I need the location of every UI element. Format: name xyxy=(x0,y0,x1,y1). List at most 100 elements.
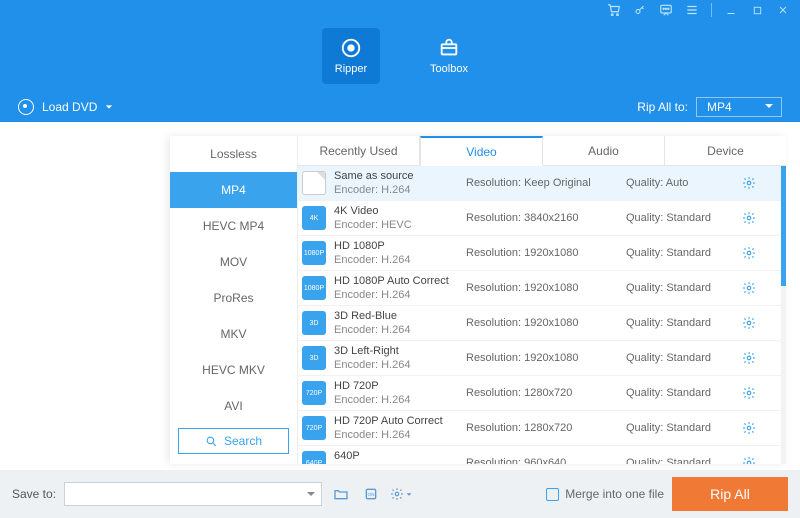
svg-text:ON: ON xyxy=(368,492,375,497)
tab-device[interactable]: Device xyxy=(665,136,786,165)
format-resolution: Resolution: 1280x720 xyxy=(466,422,618,434)
format-name: 3D Red-Blue xyxy=(334,309,458,323)
category-lossless[interactable]: Lossless xyxy=(170,136,297,172)
format-name: 640P xyxy=(334,449,458,463)
format-row[interactable]: 4K4K VideoEncoder: HEVCResolution: 3840x… xyxy=(298,201,786,236)
category-prores[interactable]: ProRes xyxy=(170,280,297,316)
category-mov[interactable]: MOV xyxy=(170,244,297,280)
format-row[interactable]: 720P HD 720PEncoder: H.264 Resolution: 128… xyxy=(298,376,786,411)
category-hevc-mkv[interactable]: HEVC MKV xyxy=(170,352,297,388)
category-mp4[interactable]: MP4 xyxy=(170,172,297,208)
format-quality: Quality: Standard xyxy=(626,212,734,224)
load-dvd-label: Load DVD xyxy=(42,100,97,114)
category-mkv[interactable]: MKV xyxy=(170,316,297,352)
format-row[interactable]: 720PHD 720P Auto CorrectEncoder: H.264Re… xyxy=(298,411,786,446)
scroll-thumb[interactable] xyxy=(781,166,786,286)
close-icon[interactable] xyxy=(776,3,790,17)
format-quality: Quality: Standard xyxy=(626,247,734,259)
format-icon: 720P xyxy=(302,381,326,405)
toolbox-icon xyxy=(438,37,460,59)
menu-icon[interactable] xyxy=(685,3,699,17)
format-settings-icon[interactable] xyxy=(742,316,760,330)
format-row[interactable]: 1080PHD 1080P Auto CorrectEncoder: H.264… xyxy=(298,271,786,306)
format-quality: Quality: Standard xyxy=(626,317,734,329)
format-resolution: Resolution: 1280x720 xyxy=(466,387,618,399)
tab-recently-used[interactable]: Recently Used xyxy=(298,136,420,165)
format-quality: Quality: Standard xyxy=(626,457,734,464)
titlebar xyxy=(0,0,800,20)
disc-small-icon xyxy=(18,99,34,115)
format-settings-icon[interactable] xyxy=(742,176,760,190)
format-resolution: Resolution: 1920x1080 xyxy=(466,247,618,259)
key-icon[interactable] xyxy=(633,3,647,17)
scrollbar[interactable] xyxy=(781,166,786,464)
format-info: HD 720PEncoder: H.264 xyxy=(334,379,458,408)
checkbox-icon xyxy=(546,488,559,501)
cart-icon[interactable] xyxy=(607,3,621,17)
format-quality: Quality: Standard xyxy=(626,422,734,434)
category-hevc-mp4[interactable]: HEVC MP4 xyxy=(170,208,297,244)
format-tabs: Recently UsedVideoAudioDevice xyxy=(298,136,786,166)
format-settings-icon[interactable] xyxy=(742,211,760,225)
format-info: 3D Left-RightEncoder: H.264 xyxy=(334,344,458,373)
format-resolution: Resolution: Keep Original xyxy=(466,177,618,189)
format-row[interactable]: 1080PHD 1080PEncoder: H.264Resolution: 1… xyxy=(298,236,786,271)
gpu-accel-icon[interactable]: ON xyxy=(360,483,382,505)
open-folder-icon[interactable] xyxy=(330,483,352,505)
disc-icon xyxy=(340,37,362,59)
format-encoder: Encoder: H.264 xyxy=(334,323,458,337)
format-resolution: Resolution: 3840x2160 xyxy=(466,212,618,224)
tab-video[interactable]: Video xyxy=(420,136,543,166)
merge-label: Merge into one file xyxy=(565,487,664,501)
mode-ripper[interactable]: Ripper xyxy=(322,28,380,84)
mode-label: Toolbox xyxy=(430,63,468,75)
format-row[interactable]: 640P640PEncoder: H.264 Resolution: 960x64… xyxy=(298,446,786,464)
format-encoder: Encoder: H.264 xyxy=(334,358,458,372)
format-icon: 1080P xyxy=(302,241,326,265)
format-name: Same as source xyxy=(334,169,458,183)
format-settings-icon[interactable] xyxy=(742,246,760,260)
merge-checkbox[interactable]: Merge into one file xyxy=(546,487,664,501)
format-settings-icon[interactable] xyxy=(742,281,760,295)
format-name: 4K Video xyxy=(334,204,458,218)
format-settings-icon[interactable] xyxy=(742,456,760,464)
format-row[interactable]: 3D3D Left-RightEncoder: H.264Resolution:… xyxy=(298,341,786,376)
format-quality: Quality: Standard xyxy=(626,282,734,294)
load-dvd-button[interactable]: Load DVD xyxy=(18,99,113,115)
format-row[interactable]: Same as sourceEncoder: H.264 Resolution: … xyxy=(298,166,786,201)
format-info: HD 720P Auto CorrectEncoder: H.264 xyxy=(334,414,458,443)
mode-label: Ripper xyxy=(335,63,367,75)
rip-all-format-select[interactable]: MP4 xyxy=(696,97,782,117)
format-settings-icon[interactable] xyxy=(742,351,760,365)
content-area: LosslessMP4HEVC MP4MOVProResMKVHEVC MKVA… xyxy=(0,122,800,464)
category-avi[interactable]: AVI xyxy=(170,388,297,424)
format-icon xyxy=(302,171,326,195)
format-settings-icon[interactable] xyxy=(742,386,760,400)
format-name: HD 720P xyxy=(334,379,458,393)
format-resolution: Resolution: 960x640 xyxy=(466,457,618,464)
format-info: 640PEncoder: H.264 xyxy=(334,449,458,464)
format-encoder: Encoder: H.264 xyxy=(334,183,458,197)
format-info: HD 1080P Auto CorrectEncoder: H.264 xyxy=(334,274,458,303)
format-settings-icon[interactable] xyxy=(742,421,760,435)
feedback-icon[interactable] xyxy=(659,3,673,17)
rip-all-label: Rip All to: xyxy=(637,100,688,114)
tab-audio[interactable]: Audio xyxy=(543,136,665,165)
format-icon: 3D xyxy=(302,311,326,335)
format-resolution: Resolution: 1920x1080 xyxy=(466,282,618,294)
mode-toolbox[interactable]: Toolbox xyxy=(420,28,478,84)
saveto-input[interactable] xyxy=(64,482,322,506)
format-name: HD 1080P xyxy=(334,239,458,253)
format-info: 3D Red-BlueEncoder: H.264 xyxy=(334,309,458,338)
format-resolution: Resolution: 1920x1080 xyxy=(466,352,618,364)
subbar: Load DVD Rip All to: MP4 xyxy=(0,92,800,122)
category-sidebar: LosslessMP4HEVC MP4MOVProResMKVHEVC MKVA… xyxy=(170,136,298,464)
search-button[interactable]: Search xyxy=(178,428,289,454)
format-row[interactable]: 3D3D Red-BlueEncoder: H.264Resolution: 1… xyxy=(298,306,786,341)
maximize-icon[interactable] xyxy=(750,3,764,17)
minimize-icon[interactable] xyxy=(724,3,738,17)
settings-icon[interactable] xyxy=(390,483,412,505)
format-encoder: Encoder: H.264 xyxy=(334,393,458,407)
rip-all-button[interactable]: Rip All xyxy=(672,477,788,511)
format-quality: Quality: Standard xyxy=(626,352,734,364)
